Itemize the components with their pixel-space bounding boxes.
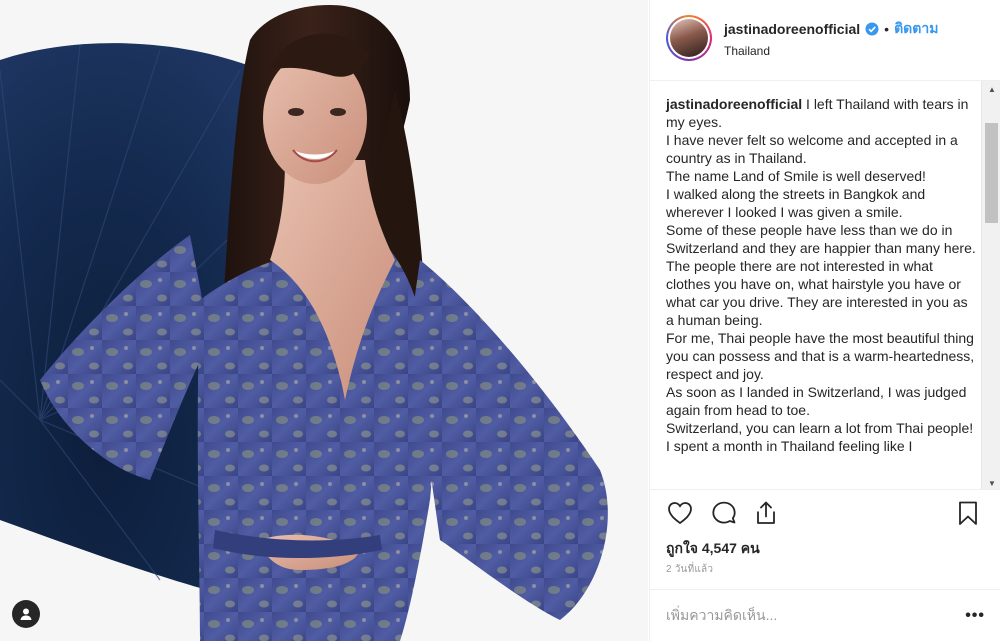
caption-line: As soon as I landed in Switzerland, I wa… [666, 384, 967, 418]
caption-line: I spent a month in Thailand feeling like… [666, 438, 913, 454]
post-side-panel: jastinadoreenofficial • ติดตาม Thailand … [649, 0, 1000, 641]
post-photo[interactable] [0, 0, 648, 641]
scroll-down-arrow-icon[interactable]: ▼ [982, 475, 1000, 489]
more-options-button[interactable]: ••• [957, 606, 985, 626]
caption-area[interactable]: jastinadoreenofficial I left Thailand wi… [650, 80, 1000, 490]
caption-line: Switzerland, you can learn a lot from Th… [666, 420, 974, 436]
verified-badge-icon [865, 22, 879, 36]
scroll-up-arrow-icon[interactable]: ▲ [982, 81, 1000, 97]
follow-button[interactable]: ติดตาม [894, 18, 938, 40]
caption-line: I walked along the streets in Bangkok an… [666, 186, 926, 220]
likes-count[interactable]: ถูกใจ 4,547 คน [666, 538, 760, 560]
heart-icon[interactable] [666, 499, 694, 527]
caption-text: jastinadoreenofficial I left Thailand wi… [666, 95, 976, 455]
bookmark-icon[interactable] [954, 499, 982, 527]
avatar[interactable] [666, 15, 712, 61]
action-bar [666, 497, 986, 529]
user-tag-button[interactable] [12, 600, 40, 628]
username-link[interactable]: jastinadoreenofficial [724, 21, 860, 37]
caption-line: The people there are not interested in w… [666, 258, 968, 328]
caption-line: For me, Thai people have the most beauti… [666, 330, 975, 382]
caption-line: Some of these people have less than we d… [666, 222, 976, 256]
comment-bar: เพิ่มความคิดเห็น... ••• [650, 589, 1000, 641]
more-options-icon: ••• [965, 606, 985, 624]
scroll-thumb[interactable] [985, 123, 998, 223]
caption-scrollbar[interactable]: ▲ ▼ [981, 81, 1000, 489]
location-link[interactable]: Thailand [724, 44, 938, 58]
post-image [0, 5, 608, 641]
caption-line: I have never felt so welcome and accepte… [666, 132, 958, 166]
caption-username[interactable]: jastinadoreenofficial [666, 96, 802, 112]
separator-dot: • [884, 21, 890, 37]
caption-line: jastinadoreenofficial I left Thailand wi… [666, 96, 969, 130]
comment-input[interactable]: เพิ่มความคิดเห็น... [666, 605, 957, 627]
post-timestamp[interactable]: 2 วันที่แล้ว [666, 562, 713, 577]
post-header: jastinadoreenofficial • ติดตาม Thailand [650, 0, 1000, 76]
comment-icon[interactable] [710, 499, 738, 527]
user-tag-icon [20, 608, 32, 620]
share-icon[interactable] [752, 499, 780, 527]
caption-line: The name Land of Smile is well deserved! [666, 168, 926, 184]
